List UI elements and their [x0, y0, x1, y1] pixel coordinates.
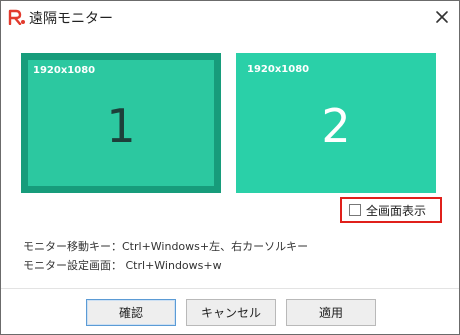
ok-button[interactable]: 確認	[86, 299, 176, 326]
close-icon[interactable]	[433, 8, 451, 26]
monitor-1-tile[interactable]: 1920x1080 1	[21, 53, 221, 193]
apply-button[interactable]: 適用	[286, 299, 376, 326]
monitor-move-key-hint: モニター移動キー：Ctrl+Windows+左、右カーソルキー	[23, 240, 309, 253]
window-title: 遠隔モニター	[29, 11, 113, 27]
fullscreen-option[interactable]: 全画面表示	[340, 197, 442, 223]
monitor-1-resolution: 1920x1080	[33, 65, 96, 76]
monitor-2-tile[interactable]: 1920x1080 2	[236, 53, 436, 193]
fullscreen-label: 全画面表示	[366, 203, 427, 218]
monitor-settings-key-hint: モニター設定画面： Ctrl+Windows+w	[23, 259, 222, 272]
title-bar: 遠隔モニター	[1, 1, 459, 35]
monitor-2-number: 2	[321, 99, 351, 153]
monitor-2-resolution: 1920x1080	[247, 64, 310, 75]
cancel-button[interactable]: キャンセル	[186, 299, 276, 326]
footer-divider	[1, 288, 459, 289]
monitor-1-number: 1	[106, 99, 136, 153]
app-logo-icon	[8, 9, 25, 25]
remote-monitor-dialog: 遠隔モニター 1920x1080 1 1920x1080 2 全画面表示 モニタ…	[0, 0, 460, 335]
fullscreen-checkbox[interactable]	[349, 204, 361, 216]
